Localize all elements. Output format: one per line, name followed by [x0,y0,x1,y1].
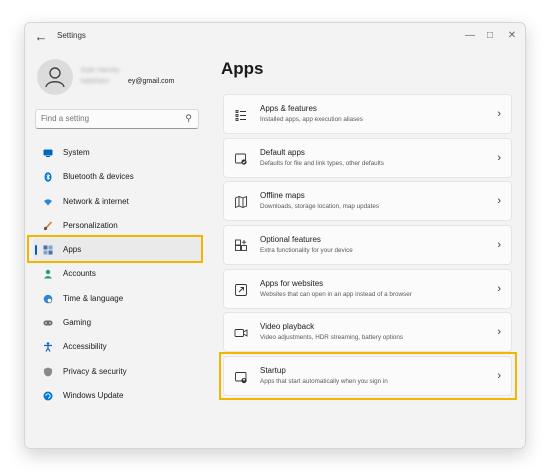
search-icon[interactable]: ⚲ [185,113,192,124]
sidebar-item-label: Personalization [63,220,118,230]
sidebar-item-accounts[interactable]: Accounts [33,262,203,286]
card-subtitle: Video adjustments, HDR streaming, batter… [260,334,404,342]
user-email-redacted: katieharv [81,78,110,85]
monitor-icon [43,148,53,158]
search-input[interactable] [41,111,171,126]
open-external-icon [234,283,248,297]
shield-icon [43,367,53,377]
settings-window: ← Settings — □ ✕ Kate Harvey katieharv e… [24,22,526,449]
sidebar-item-label: Privacy & security [63,366,127,376]
sidebar-item-gaming[interactable]: Gaming [33,311,203,335]
sidebar-item-label: System [63,148,90,157]
card-default-apps[interactable]: Default apps Defaults for file and link … [223,137,512,178]
search-box[interactable]: ⚲ [35,109,199,129]
chevron-right-icon: › [497,326,501,339]
sidebar-item-label: Gaming [63,318,92,328]
maximize-icon[interactable]: □ [481,28,499,44]
card-apps-features[interactable]: Apps & features Installed apps, app exec… [223,94,512,134]
card-subtitle: Extra functionality for your device [260,247,353,255]
card-video-playback[interactable]: Video playback Video adjustments, HDR st… [223,312,512,353]
chevron-right-icon: › [497,151,501,164]
add-grid-icon [234,239,248,253]
wifi-icon [43,197,53,207]
sidebar-item-accessibility[interactable]: Accessibility [33,335,203,359]
sidebar-item-network[interactable]: Network & internet [33,190,203,214]
chevron-right-icon: › [497,108,501,120]
close-icon[interactable]: ✕ [503,28,521,44]
user-profile[interactable]: Kate Harvey katieharv ey@gmail.com [37,59,217,101]
user-email: ey@gmail.com [128,78,175,85]
card-offline-maps[interactable]: Offline maps Downloads, storage location… [223,181,512,222]
sidebar-item-system[interactable]: System [33,141,203,165]
chevron-right-icon: › [497,195,501,208]
page-title: Apps [221,59,264,78]
user-name: Kate Harvey [81,67,120,74]
accessibility-icon [43,342,53,353]
card-apps-for-websites[interactable]: Apps for websites Websites that can open… [223,268,512,309]
update-icon [43,391,53,401]
sidebar-item-label: Bluetooth & devices [63,172,134,182]
minimize-icon[interactable]: — [461,28,479,44]
card-subtitle: Installed apps, app execution aliases [260,116,363,123]
sidebar-item-label: Windows Update [63,390,124,400]
sidebar-item-label: Network & internet [63,196,129,206]
sidebar-item-time-language[interactable]: Time & language [33,287,203,311]
map-icon [234,195,248,209]
chevron-right-icon: › [497,282,501,295]
sidebar-item-privacy[interactable]: Privacy & security [33,360,203,384]
person-icon [43,269,53,279]
list-icon [234,108,248,122]
card-subtitle: Downloads, storage location, map updates [260,203,380,211]
card-title: Video playback [260,322,315,332]
sidebar-item-label: Accessibility [63,342,107,352]
card-title: Optional features [260,235,321,245]
video-icon [234,326,248,340]
sidebar-item-bluetooth[interactable]: Bluetooth & devices [33,165,203,189]
person-icon [45,67,65,88]
apps-highlight-frame [27,235,203,263]
card-title: Apps for websites [260,278,324,288]
paintbrush-icon [43,221,53,231]
title-bar: ← Settings — □ ✕ [25,23,525,53]
default-apps-icon [234,152,248,166]
bluetooth-icon [43,172,53,183]
chevron-right-icon: › [497,239,501,252]
sidebar-item-label: Time & language [63,293,124,303]
startup-highlight-frame [219,352,517,400]
sidebar-item-windows-update[interactable]: Windows Update [33,384,203,408]
sidebar-nav: System Bluetooth & devices Network & int… [33,141,205,408]
globe-clock-icon [43,294,53,304]
avatar [37,59,73,95]
card-title: Apps & features [260,104,317,113]
card-title: Offline maps [260,191,305,201]
card-title: Default apps [260,147,305,157]
back-arrow-icon[interactable]: ← [33,29,49,45]
card-subtitle: Websites that can open in an app instead… [260,290,412,298]
window-title: Settings [57,31,86,40]
card-optional-features[interactable]: Optional features Extra functionality fo… [223,225,512,266]
gamepad-icon [43,318,53,328]
sidebar-item-label: Accounts [63,269,96,279]
card-subtitle: Defaults for file and link types, other … [260,159,384,167]
